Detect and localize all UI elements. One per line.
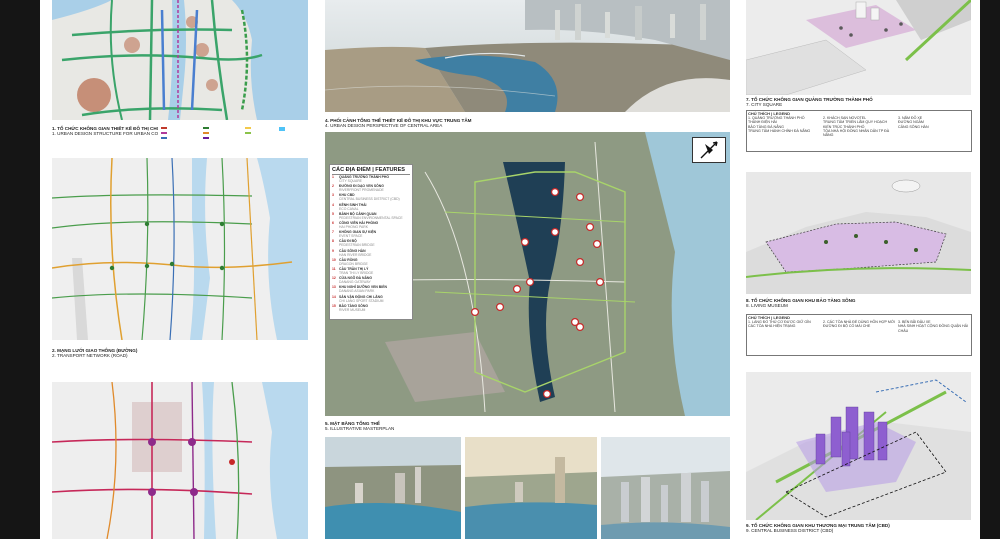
feature-item: 8 CẦU ĐI BỘ PEDESTRIAN BRIDGE: [332, 240, 410, 248]
feature-item: 6 CÔNG VIÊN HẢI PHÒNG HAI PHONG PARK: [332, 221, 410, 230]
legend-item: CÁC TÒA NHÀ HIỆN TRẠNG: [748, 324, 796, 329]
feature-item: 5 BẢNH BỘ CẢNH QUAN PEDESTRIAN ENVIRONMENT…: [332, 211, 410, 221]
feature-number: 3: [332, 193, 334, 198]
feature-number: 7: [332, 230, 334, 235]
left-dark-border: [0, 0, 40, 539]
north-arrow-box: [692, 137, 726, 163]
features-legend: CÁC ĐỊA ĐIỂM | FEATURES 1 QUẢNG TRƯỜNG TH…: [329, 164, 413, 320]
feature-item: 2 ĐƯỜNG ĐI DẠO VEN SÔNG RIVERFRONT PROMENA…: [332, 184, 410, 193]
transport-network-map: [52, 158, 308, 340]
feature-number: 11: [332, 267, 336, 272]
feature-number: 5: [332, 211, 334, 216]
feature-item: 14 SÂN VẬN ĐỘNG CHI LĂNG CHI LANG SPORT ST…: [332, 294, 410, 304]
left-bottom-map: [52, 382, 308, 539]
legend-item: ĐƯỜNG ĐI BỘ CÓ MÁI CHE: [823, 324, 871, 329]
living-museum-legend: CHÚ THÍCH | LEGEND 1. LÀNG ĐỔ THỦ CƠ ĐƯỢ…: [746, 314, 972, 356]
living-museum-caption: 8. TỔ CHỨC KHÔNG GIAN KHU BẢO TÀNG SÔNG …: [746, 298, 856, 309]
render-thumbnail-1: [325, 437, 461, 539]
north-arrow-icon: [700, 141, 718, 159]
presentation-board: 1. TỔ CHỨC KHÔNG GIAN THIẾT KẾ ĐÔ THỊ CH…: [40, 0, 980, 539]
feature-name-en: PEDESTRIAN BRIDGE: [339, 243, 375, 248]
feature-number: 15: [332, 303, 336, 308]
feature-name-en: RIVER MUSEUM: [339, 307, 366, 312]
feature-number: 13: [332, 285, 336, 290]
city-square-axonometric: [746, 0, 971, 95]
legend-item: NHÀ SINH HOẠT CỘNG ĐỒNG QUẬN HẢI CHÂU: [898, 324, 969, 333]
features-title: CÁC ĐỊA ĐIỂM | FEATURES: [332, 167, 410, 175]
cbd-axonometric: [746, 372, 971, 520]
feature-name-en: HAN RIVER BRIDGE: [339, 252, 372, 257]
feature-item: 3 KHU CBD CENTRAL BUSINESS DISTRICT (CBD): [332, 194, 410, 202]
feature-number: 14: [332, 294, 336, 299]
feature-number: 10: [332, 257, 336, 262]
legend-item: CẢNG SÔNG HÀN: [898, 124, 929, 129]
render-thumbnail-3: [601, 437, 730, 539]
feature-number: 9: [332, 248, 334, 253]
city-square-caption: 7. TỔ CHỨC KHÔNG GIAN QUẢNG TRƯỜNG THÀNH…: [746, 97, 873, 108]
feature-item: 7 KHÔNG GIAN SỰ KIỆN EVENT SPACE: [332, 230, 410, 239]
feature-item: 4 KÊNH SINH THÁI ECO CANAL: [332, 202, 410, 212]
living-museum-axonometric: [746, 172, 971, 294]
feature-name-en: DANANG ASIAN PARK: [339, 289, 375, 294]
transport-network-caption: 2. MẠNG LƯỚI GIAO THÔNG (ĐƯỜNG) 2. TRANS…: [52, 348, 138, 359]
urban-perspective-render: [325, 0, 730, 112]
feature-item: 1 QUẢNG TRƯỜNG THÀNH PHỐ CITY SQUARE: [332, 175, 410, 184]
feature-item: 11 CẦU TRẦN THỊ LÝ TRAN THI LY BRIDGE: [332, 267, 410, 276]
feature-name-en: CENTRAL BUSINESS DISTRICT (CBD): [339, 197, 400, 202]
masterplan-caption: 5. MẶT BẰNG TỔNG THỂ 5. ILLUSTRATIVE MAS…: [325, 421, 395, 432]
illustrative-masterplan: CÁC ĐỊA ĐIỂM | FEATURES 1 QUẢNG TRƯỜNG TH…: [325, 132, 730, 416]
feature-number: 6: [332, 221, 334, 226]
right-dark-border: [980, 0, 1000, 539]
feature-number: 2: [332, 184, 334, 189]
feature-item: 13 KHU NGHỈ DƯỠNG VEN BIỂN DANANG ASIAN PA…: [332, 286, 410, 294]
feature-number: 1: [332, 175, 334, 179]
feature-number: 12: [332, 276, 336, 281]
perspective-caption: 4. PHỐI CẢNH TỔNG THỂ THIẾT KẾ ĐÔ THỊ KH…: [325, 118, 472, 129]
urban-structure-map: [52, 0, 308, 120]
render-thumbnail-2: [465, 437, 597, 539]
feature-name-en: ECO CANAL: [339, 206, 359, 211]
feature-item: 15 BẢO TÀNG SÔNG RIVER MUSEUM: [332, 303, 410, 313]
feature-item: 10 CẦU RỒNG DRAGON BRIDGE: [332, 257, 410, 267]
feature-item: 9 CẦU SÔNG HÀN HAN RIVER BRIDGE: [332, 248, 410, 258]
urban-structure-legend: [158, 124, 308, 148]
city-square-legend: CHÚ THÍCH | LEGEND 1. QUẢNG TRƯỜNG THÀNH…: [746, 110, 972, 152]
legend-item: TRUNG TÂM HÀNH CHÍNH ĐÀ NẴNG: [748, 128, 811, 133]
cbd-caption: 9. TỔ CHỨC KHÔNG GIAN KHU THƯƠNG MẠI TRU…: [746, 523, 890, 534]
feature-number: 8: [332, 239, 334, 244]
legend-item: TÒA NHÀ HỘI ĐỒNG NHÂN DÂN TP ĐÀ NẴNG: [823, 128, 890, 138]
feature-item: 12 CỬA NGÕ ĐÀ NẴNG DANANG GATEWAY: [332, 276, 410, 285]
feature-name-en: CHI LANG SPORT STADIUM: [339, 298, 384, 303]
feature-number: 4: [332, 202, 334, 207]
feature-list: 1 QUẢNG TRƯỜNG THÀNH PHỐ CITY SQUARE 2 ĐƯỜNG…: [332, 175, 410, 313]
